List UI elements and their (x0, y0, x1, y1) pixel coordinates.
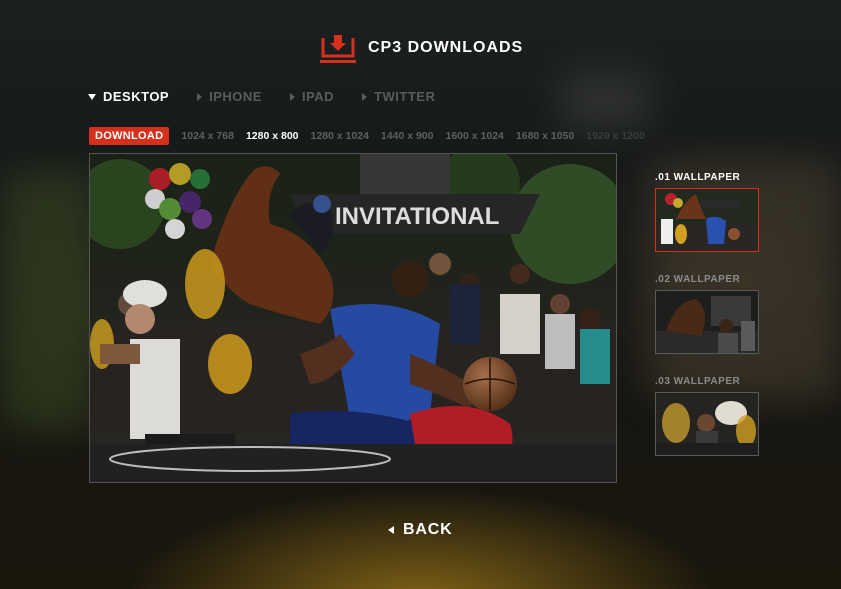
wallpaper-label: .03 WALLPAPER (655, 376, 741, 387)
tab-label: DESKTOP (103, 89, 170, 104)
triangle-right-icon (289, 92, 295, 101)
wallpaper-illustration: INVITATIONAL (90, 154, 616, 482)
page-header: CP3 DOWNLOADS (320, 32, 523, 64)
resolution-1024x768[interactable]: 1024 x 768 (181, 130, 234, 142)
triangle-left-icon (388, 526, 394, 534)
resolution-1440x900[interactable]: 1440 x 900 (381, 130, 434, 142)
resolution-bar: DOWNLOAD 1024 x 768 1280 x 800 1280 x 10… (89, 126, 645, 145)
wallpaper-item: .01 WALLPAPER (655, 172, 765, 252)
back-button[interactable]: BACK (388, 521, 452, 539)
resolution-1280x800[interactable]: 1280 x 800 (246, 130, 299, 142)
tab-ipad[interactable]: IPAD (289, 89, 335, 104)
wallpaper-thumbnail-02[interactable] (655, 290, 759, 354)
tab-twitter[interactable]: TWITTER (362, 89, 435, 104)
download-button[interactable]: DOWNLOAD (89, 126, 170, 145)
wallpaper-item: .03 WALLPAPER (655, 376, 765, 456)
wallpaper-thumbnail-03[interactable] (655, 392, 759, 456)
download-tray-icon (320, 32, 356, 64)
background-blur (560, 70, 650, 130)
wallpaper-list: .01 WALLPAPER .02 WALLPAPER .03 WALLPAPE… (655, 172, 765, 478)
wallpaper-thumbnail-01[interactable] (655, 188, 759, 252)
triangle-right-icon (197, 92, 203, 101)
device-tabs: DESKTOP IPHONE IPAD TWITTER (88, 89, 463, 104)
tab-label: IPHONE (209, 89, 262, 104)
wallpaper-label: .01 WALLPAPER (655, 172, 741, 183)
triangle-right-icon (362, 92, 368, 101)
wallpaper-label: .02 WALLPAPER (655, 274, 741, 285)
resolution-1920x1200[interactable]: 1920 x 1200 (586, 130, 644, 142)
tab-desktop[interactable]: DESKTOP (88, 89, 169, 104)
triangle-down-icon (88, 93, 96, 100)
back-label: BACK (403, 521, 453, 538)
background-blur (0, 170, 90, 430)
resolution-1280x1024[interactable]: 1280 x 1024 (311, 130, 369, 142)
tab-iphone[interactable]: IPHONE (197, 89, 262, 104)
wallpaper-item: .02 WALLPAPER (655, 274, 765, 354)
resolution-1600x1024[interactable]: 1600 x 1024 (445, 130, 503, 142)
resolution-1680x1050[interactable]: 1680 x 1050 (516, 130, 574, 142)
tab-label: TWITTER (374, 89, 436, 104)
page-title: CP3 DOWNLOADS (368, 39, 524, 56)
wallpaper-preview: INVITATIONAL (89, 153, 617, 483)
tab-label: IPAD (301, 89, 335, 104)
